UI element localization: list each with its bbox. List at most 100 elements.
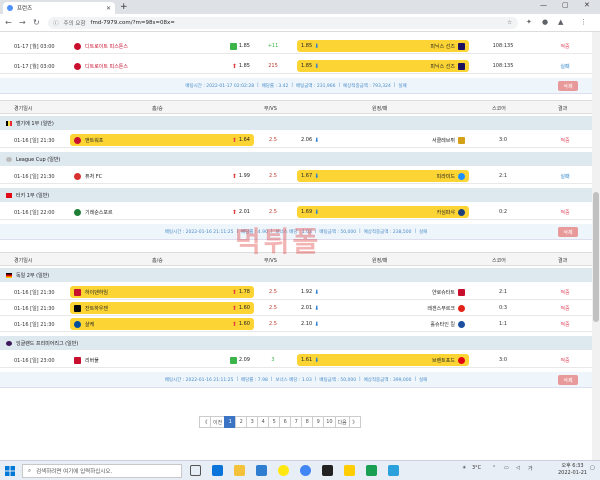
away-bet-cell[interactable]: 1.85 ⬇ 피닉스 선즈 [297,60,469,72]
network-icon[interactable]: ▭ [504,465,509,471]
away-bet-cell[interactable]: 1.92 ⬇ 얀로슈타트 [297,286,469,298]
away-team-name: 홀슈타인 킬 [430,321,455,328]
url-field[interactable]: ⓘ 주의 요함 fmd-7979.com/?m=98s=08x= ☆ [48,17,518,29]
league-name: League Cup (일반) [16,156,61,163]
delete-button[interactable]: 삭제 [558,227,578,237]
browser-tab[interactable]: 프런즈 ✕ [3,2,115,14]
close-window-button[interactable]: ✕ [584,1,590,9]
germany-flag-icon [6,272,12,278]
league-name: 잉글랜드 프리미어리그 (일반) [16,340,79,347]
draw-value: +11 [267,43,279,49]
away-team-name: 서클레브뤼 [431,137,455,144]
home-bet-cell[interactable]: 하이덴하임 ⬆ 1.78 [70,286,254,298]
extension-icon[interactable]: ✦ [526,18,532,26]
team-logo-icon [458,136,465,144]
league-name: 독일 2부 (일반) [16,272,50,279]
home-team-name: 잔트하우젠 [85,305,109,312]
home-bet-cell[interactable]: 샬케 ⬆ 1.60 [70,318,254,330]
home-odds: 1.85 [238,63,250,69]
away-bet-cell[interactable]: 1.61 ⬇ 브렌트포드 [297,354,469,366]
windows-start-icon[interactable] [5,466,15,476]
prev-page-button[interactable]: 이전 [210,416,226,428]
header-home: 홈/승 [152,106,163,112]
bet-time: 배팅시간 : 2022-01-17 02:02:28 [185,83,255,89]
result-label: 적중 [560,322,570,328]
store-icon[interactable] [256,465,267,476]
delete-button[interactable]: 삭제 [558,81,578,91]
next-page-button[interactable]: 다음 [334,416,350,428]
app-icon[interactable] [322,465,333,476]
home-bet-cell[interactable]: 잔트하우젠 ⬆ 1.60 [70,302,254,314]
home-bet-cell[interactable]: 리버풀 2.09 [70,354,254,366]
menu-icon[interactable]: ⋮ [580,18,587,26]
draw-value: 2.5 [269,305,277,311]
weather-temp[interactable]: 3°C [472,465,481,471]
header-date: 경기일시 [14,106,33,112]
app-icon[interactable] [344,465,355,476]
site-favicon-icon [7,5,13,11]
away-team-name: 브렌트포드 [431,357,455,364]
update-icon[interactable]: ▲ [558,18,563,26]
home-bet-cell[interactable]: 앤트워프 ⬆ 1.64 [70,134,254,146]
league-bar: 잉글랜드 프리미어리그 (일반) [0,336,592,350]
forward-icon[interactable]: → [19,18,26,28]
team-logo-icon [458,320,465,328]
home-bet-cell[interactable]: 기레순스포르 ⬆ 2.01 [70,206,254,218]
scrollbar-thumb[interactable] [593,192,599,322]
home-team-name: 리버풀 [85,357,99,364]
file-explorer-icon[interactable] [234,465,245,476]
away-bet-cell[interactable]: 2.10 ⬇ 홀슈타인 킬 [297,318,469,330]
new-tab-button[interactable]: + [120,2,128,12]
notification-icon[interactable]: ▢ [590,465,595,471]
tab-close-icon[interactable]: ✕ [106,5,111,12]
bet-amount: 배팅금액 : 50,000 [319,229,357,235]
app-icon[interactable] [366,465,377,476]
maximize-button[interactable]: ▢ [562,1,569,9]
task-view-icon[interactable] [190,465,201,476]
address-bar-row: ← → ↻ ⓘ 주의 요함 fmd-7979.com/?m=98s=08x= ☆… [0,14,600,32]
last-page-button[interactable]: 》 [348,416,361,428]
match-date: 01-16 [일] 22:00 [14,210,55,216]
edge-icon[interactable] [212,465,223,476]
match-date: 01-17 [월] 03:00 [14,64,55,70]
home-team-name: 디트로이트 피스톤스 [85,63,128,70]
taskbar-search-input[interactable]: ⌕ 검색하려면 여기에 입력하십시오. [22,464,182,478]
away-bet-cell[interactable]: 1.69 ⬇ 카심파샤 [297,206,469,218]
home-odds: 2.01 [238,209,250,215]
profile-icon[interactable]: ● [542,18,548,26]
security-label: 주의 요함 [63,21,86,27]
away-odds: 2.10 [301,321,313,327]
home-bet-cell[interactable]: 디트로이트 피스톤스 1.85 [70,40,254,52]
home-odds: 2.09 [238,357,250,363]
result-label: 실패 [560,174,570,180]
away-bet-cell[interactable]: 2.01 ⬇ 레겐스부르크 [297,302,469,314]
bet-row: 01-16 [일] 21:30 잔트하우젠 ⬆ 1.60 2.5 2.01 ⬇ … [0,300,592,316]
watermark-logo: 먹튀폴 [235,225,322,258]
reload-icon[interactable]: ↻ [33,18,40,28]
telegram-icon[interactable] [388,465,399,476]
result-label: 적중 [560,290,570,296]
delete-button[interactable]: 삭제 [558,375,578,385]
bookmark-star-icon[interactable]: ☆ [507,20,512,26]
home-bet-cell[interactable]: 퓨처 FC ⬆ 1.99 [70,170,254,182]
weather-icon[interactable]: ☀ [462,465,466,471]
away-odds: 1.69 [301,209,313,215]
warning-icon[interactable]: ⓘ [53,19,59,27]
minimize-button[interactable]: — [540,1,547,9]
input-method-icon[interactable]: 가 [528,465,533,472]
back-icon[interactable]: ← [5,18,12,28]
system-clock[interactable]: 오후 6:33 2022-01-21 [558,463,587,477]
away-bet-cell[interactable]: 1.67 ⬇ 피라미드 [297,170,469,182]
volume-icon[interactable]: ◁ [516,465,520,471]
away-bet-cell[interactable]: 2.06 ⬇ 서클레브뤼 [297,134,469,146]
home-bet-cell[interactable]: 디트로이트 피스톤스 ⬆ 1.85 [70,60,254,72]
page-scrollbar[interactable] [592,32,600,460]
away-bet-cell[interactable]: 1.85 ⬇ 피닉스 선즈 [297,40,469,52]
chrome-icon[interactable] [300,465,311,476]
draw-value: 3 [271,357,275,363]
tray-chevron-icon[interactable]: ⌃ [492,465,496,471]
result-label: 적중 [560,358,570,364]
home-team-name: 기레순스포르 [85,209,113,216]
bet-row: 01-17 [월] 03:00 디트로이트 피스톤스 ⬆ 1.85 215 1.… [0,58,592,74]
kakaotalk-icon[interactable] [278,465,289,476]
